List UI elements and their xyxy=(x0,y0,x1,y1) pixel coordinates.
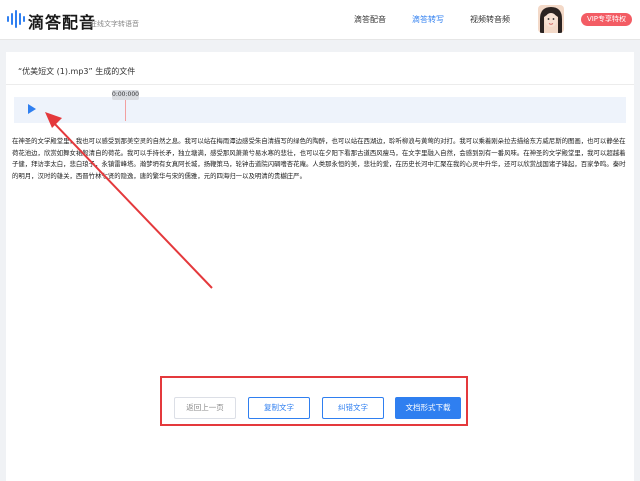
playhead[interactable] xyxy=(125,100,126,121)
logo-icon xyxy=(7,10,25,28)
avatar[interactable] xyxy=(538,5,564,33)
correct-text-button[interactable]: 纠错文字 xyxy=(322,397,384,419)
nav-item-video-to-audio[interactable]: 视频转音频 xyxy=(470,14,510,25)
playback-time: 0:00:000 xyxy=(112,90,139,100)
audio-player: 0:00:000 xyxy=(14,90,626,123)
top-navigation-bar: 滴答配音 在线文字转语音 滴答配音 滴答转写 视频转音频 VIP专享特权 xyxy=(0,0,640,40)
play-icon[interactable] xyxy=(28,104,36,114)
brand-slogan: 在线文字转语音 xyxy=(90,20,139,28)
nav-item-transcribe[interactable]: 滴答转写 xyxy=(412,14,444,25)
back-button[interactable]: 返回上一页 xyxy=(174,397,236,419)
brand-name[interactable]: 滴答配音 xyxy=(28,9,96,33)
copy-text-button[interactable]: 复制文字 xyxy=(248,397,310,419)
download-document-button[interactable]: 文档形式下载 xyxy=(395,397,461,419)
divider xyxy=(6,84,634,85)
nav-item-dubbing[interactable]: 滴答配音 xyxy=(354,14,386,25)
transcript-text: 在神圣的文学殿堂里，我也可以感受到那美空灵的自然之息。我可以站在梅雨潭边感受朱自… xyxy=(12,137,626,180)
file-title: “优美短文 (1).mp3” 生成的文件 xyxy=(18,67,136,76)
vip-button[interactable]: VIP专享特权 xyxy=(581,13,632,26)
